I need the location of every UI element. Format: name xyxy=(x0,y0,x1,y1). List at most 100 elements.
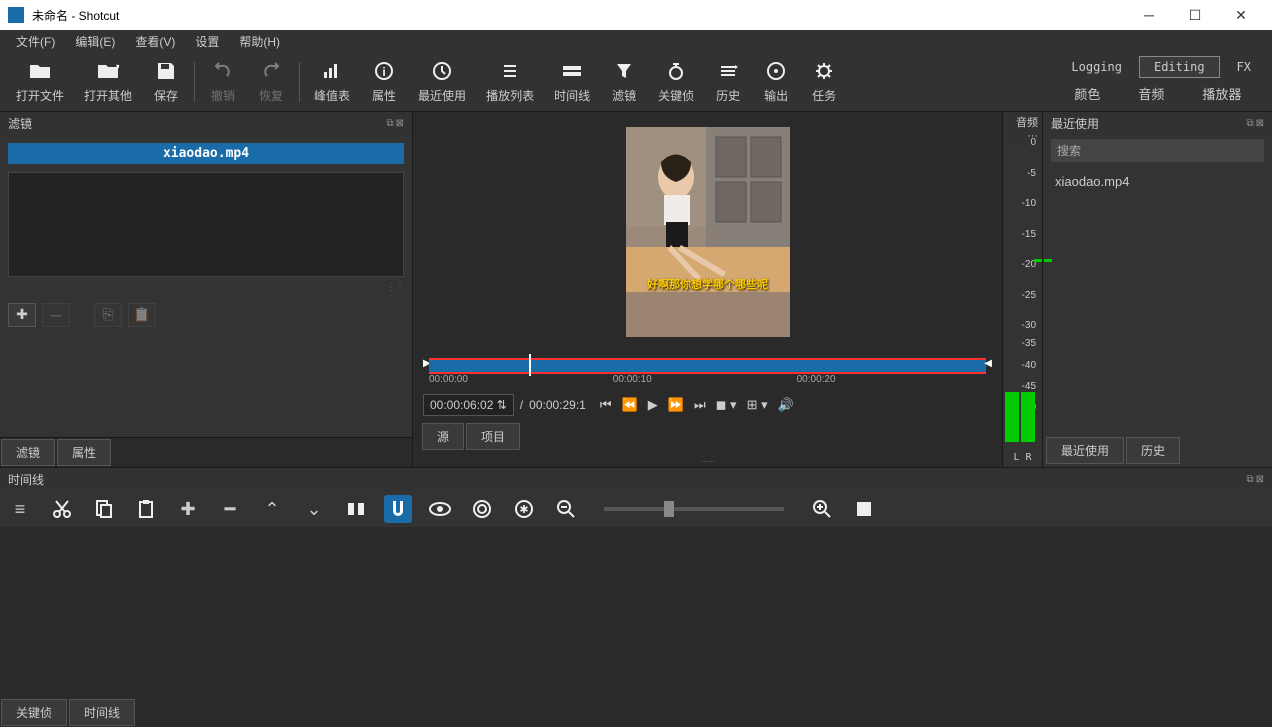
menu-settings[interactable]: 设置 xyxy=(185,31,229,52)
zoom-menu-button[interactable]: ◼ ▾ xyxy=(716,397,737,413)
append-button[interactable]: ✚ xyxy=(174,495,202,523)
close-panel-icon[interactable]: ⊠ xyxy=(1256,118,1264,129)
gear-icon xyxy=(814,59,834,83)
cut-button[interactable] xyxy=(48,495,76,523)
add-filter-button[interactable]: ✚ xyxy=(8,303,36,327)
snap-button[interactable] xyxy=(384,495,412,523)
redo-icon xyxy=(261,59,281,83)
rewind-button[interactable]: ⏪ xyxy=(622,397,638,413)
scrub-button[interactable] xyxy=(426,495,454,523)
out-marker-icon[interactable]: ◀ xyxy=(984,358,992,369)
clip-name[interactable]: xiaodao.mp4 xyxy=(8,143,404,164)
svg-text:▾: ▾ xyxy=(116,62,119,71)
audio-channels-label: L R xyxy=(1003,452,1042,463)
timeline-button[interactable]: 时间线 xyxy=(544,54,600,110)
video-preview-area[interactable]: 好啊那你想学哪个哪些呢 xyxy=(413,112,1002,352)
tab-source[interactable]: 源 xyxy=(422,423,464,450)
zoom-slider[interactable] xyxy=(604,507,784,511)
scrubber[interactable]: ▶ ◀ 00:00:00 00:00:10 00:00:20 xyxy=(423,356,992,386)
redo-button[interactable]: 恢复 xyxy=(247,54,295,110)
copy-filter-button[interactable]: ⎘ xyxy=(94,303,122,327)
forward-button[interactable]: ⏩ xyxy=(668,397,684,413)
remove-button[interactable]: ━ xyxy=(216,495,244,523)
menu-bar: 文件(F) 编辑(E) 查看(V) 设置 帮助(H) xyxy=(0,30,1272,52)
open-file-button[interactable]: 打开文件 xyxy=(6,54,74,110)
view-color[interactable]: 颜色 xyxy=(1056,80,1118,107)
timeline-icon xyxy=(561,59,583,83)
save-icon xyxy=(156,59,176,83)
lift-button[interactable]: ⌃ xyxy=(258,495,286,523)
close-panel-icon[interactable]: ⊠ xyxy=(1256,474,1264,485)
save-button[interactable]: 保存 xyxy=(142,54,190,110)
disc-icon xyxy=(766,59,786,83)
paste-button[interactable] xyxy=(132,495,160,523)
tab-filters[interactable]: 滤镜 xyxy=(1,439,55,466)
menu-edit[interactable]: 编辑(E) xyxy=(65,31,125,52)
minimize-button[interactable]: ─ xyxy=(1126,0,1172,30)
split-button[interactable] xyxy=(342,495,370,523)
timeline-tracks[interactable] xyxy=(0,527,1272,698)
jobs-button[interactable]: 任务 xyxy=(800,54,848,110)
filters-panel: 滤镜 ⧉⊠ xiaodao.mp4 ⋮⋮ ✚ ─ ⎘ 📋 滤镜 属性 xyxy=(0,112,413,467)
tab-keyframes-bottom[interactable]: 关键侦 xyxy=(1,699,67,726)
recent-button[interactable]: 最近使用 xyxy=(408,54,476,110)
skip-start-button[interactable]: ⏮ xyxy=(600,397,612,413)
skip-end-button[interactable]: ⏭ xyxy=(694,397,706,413)
overwrite-button[interactable]: ⌄ xyxy=(300,495,328,523)
zoom-out-button[interactable] xyxy=(552,495,580,523)
tab-timeline-bottom[interactable]: 时间线 xyxy=(69,699,135,726)
undock-icon[interactable]: ⧉ xyxy=(1246,118,1253,129)
video-frame: 好啊那你想学哪个哪些呢 xyxy=(626,127,790,337)
history-button[interactable]: 历史 xyxy=(704,54,752,110)
recent-header: 最近使用 ⧉⊠ xyxy=(1043,112,1272,135)
filter-tabs: 滤镜 属性 xyxy=(0,437,412,467)
history-icon xyxy=(717,59,739,83)
remove-filter-button[interactable]: ─ xyxy=(42,303,70,327)
recent-panel: 最近使用 ⧉⊠ 搜索 xiaodao.mp4 最近使用 历史 xyxy=(1042,112,1272,467)
menu-file[interactable]: 文件(F) xyxy=(6,31,65,52)
undock-icon[interactable]: ⧉ xyxy=(1246,474,1253,485)
drag-handle-icon[interactable]: ······ xyxy=(701,456,715,467)
recent-item[interactable]: xiaodao.mp4 xyxy=(1051,170,1264,193)
playhead[interactable] xyxy=(529,354,531,376)
menu-help[interactable]: 帮助(H) xyxy=(229,31,290,52)
peak-meter-button[interactable]: 峰值表 xyxy=(304,54,360,110)
search-input[interactable]: 搜索 xyxy=(1051,139,1264,162)
tab-project[interactable]: 项目 xyxy=(466,423,520,450)
paste-filter-button[interactable]: 📋 xyxy=(128,303,156,327)
properties-button[interactable]: i 属性 xyxy=(360,54,408,110)
grid-menu-button[interactable]: ⊞ ▾ xyxy=(747,397,768,413)
tab-properties[interactable]: 属性 xyxy=(57,439,111,466)
ripple-button[interactable] xyxy=(468,495,496,523)
view-player[interactable]: 播放器 xyxy=(1184,80,1259,107)
app-icon xyxy=(8,7,24,23)
menu-view[interactable]: 查看(V) xyxy=(125,31,185,52)
zoom-in-button[interactable] xyxy=(808,495,836,523)
keyframes-button[interactable]: 关键侦 xyxy=(648,54,704,110)
volume-button[interactable]: 🔊 xyxy=(778,397,794,413)
undo-button[interactable]: 撤销 xyxy=(199,54,247,110)
ripple-all-button[interactable]: ✱ xyxy=(510,495,538,523)
playlist-button[interactable]: 播放列表 xyxy=(476,54,544,110)
tab-recent[interactable]: 最近使用 xyxy=(1046,437,1124,464)
tab-logging[interactable]: Logging xyxy=(1056,56,1137,78)
undock-icon[interactable]: ⧉ xyxy=(386,118,393,129)
maximize-button[interactable]: ☐ xyxy=(1172,0,1218,30)
copy-button[interactable] xyxy=(90,495,118,523)
filters-button[interactable]: 滤镜 xyxy=(600,54,648,110)
drag-handle-icon[interactable]: ⋮⋮ xyxy=(386,282,404,293)
tab-history-bottom[interactable]: 历史 xyxy=(1126,437,1180,464)
close-panel-icon[interactable]: ⊠ xyxy=(396,118,404,129)
tab-editing[interactable]: Editing xyxy=(1139,56,1220,78)
tab-fx[interactable]: FX xyxy=(1222,56,1266,78)
timeline-menu-button[interactable]: ≡ xyxy=(6,495,34,523)
play-button[interactable]: ▶ xyxy=(648,397,658,413)
open-other-button[interactable]: ▾ 打开其他 xyxy=(74,54,142,110)
zoom-fit-button[interactable] xyxy=(850,495,878,523)
close-button[interactable]: ✕ xyxy=(1218,0,1264,30)
zoom-handle[interactable] xyxy=(664,501,674,517)
peak-marker-r xyxy=(1044,259,1052,262)
view-audio[interactable]: 音频 xyxy=(1120,80,1182,107)
export-button[interactable]: 输出 xyxy=(752,54,800,110)
current-time[interactable]: 00:00:06:02 ⇅ xyxy=(423,394,514,416)
